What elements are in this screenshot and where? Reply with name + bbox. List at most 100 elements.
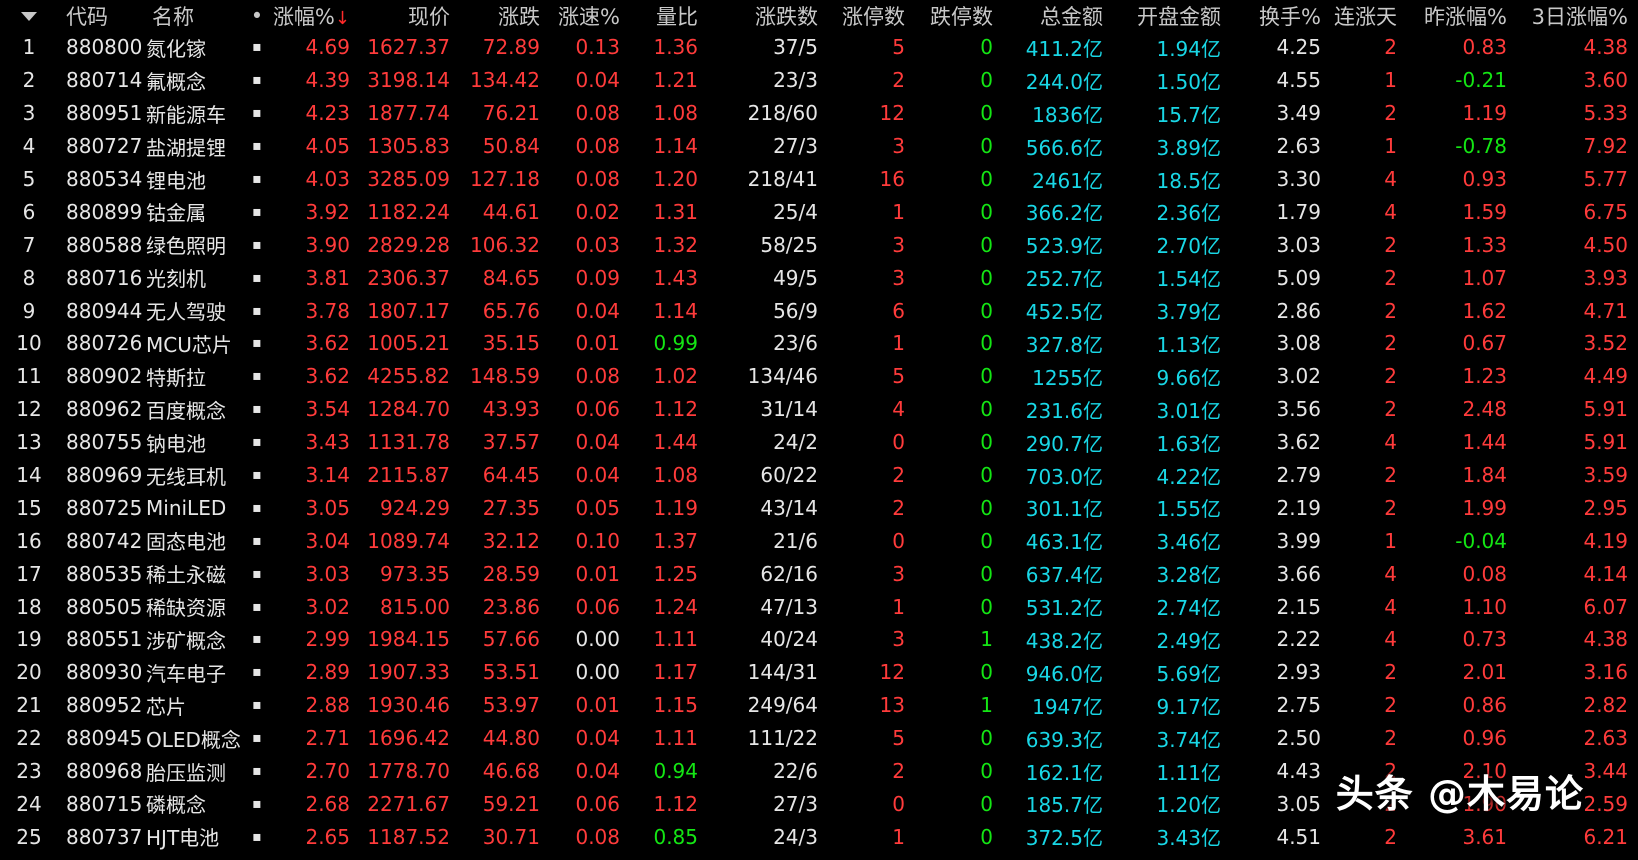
speed-cell: 0.02 xyxy=(575,199,620,224)
open-amount-cell: 3.46亿 xyxy=(1156,530,1221,555)
table-row[interactable]: 22 880945 OLED概念 ▪ 2.71 1696.42 44.80 0.04 1.11 1… xyxy=(0,722,1638,755)
column-header-code[interactable]: 代码 xyxy=(58,0,144,31)
total-amount-cell: 301.1亿 xyxy=(1025,497,1103,522)
table-row[interactable]: 19 880551 涉矿概念 ▪ 2.99 1984.15 57.66 0.00 1.11 40/… xyxy=(0,623,1638,656)
total-amount-cell: 566.6亿 xyxy=(1025,135,1103,160)
three-day-pct-cell: 2.95 xyxy=(1583,495,1628,520)
volume-ratio-cell: 1.17 xyxy=(653,660,698,685)
column-header-limit-up[interactable]: 涨停数 xyxy=(828,0,915,31)
column-header-volume-ratio[interactable]: 量比 xyxy=(630,0,708,31)
column-header-price[interactable]: 现价 xyxy=(360,0,460,31)
row-marker-cell: ▪ xyxy=(252,401,262,418)
open-amount-cell: 3.43亿 xyxy=(1156,826,1221,851)
change-cell: 72.89 xyxy=(482,35,540,60)
yesterday-pct-cell: 0.86 xyxy=(1462,693,1507,718)
change-cell: 84.65 xyxy=(482,265,540,290)
column-header-3day-pct[interactable]: 3日涨幅% xyxy=(1517,0,1638,31)
yesterday-pct-cell: 1.99 xyxy=(1462,495,1507,520)
table-row[interactable]: 6 880899 钴金属 ▪ 3.92 1182.24 44.61 0.02 1.31 25/4 1… xyxy=(0,195,1638,228)
row-index-cell: 13 xyxy=(16,430,42,455)
column-header-pct[interactable]: 涨幅%↓ xyxy=(270,0,360,31)
three-day-pct-cell: 7.92 xyxy=(1583,134,1628,159)
speed-cell: 0.09 xyxy=(575,265,620,290)
collapse-icon[interactable] xyxy=(21,12,37,21)
yesterday-pct-cell: 1.84 xyxy=(1462,463,1507,488)
sector-name-cell: 新能源车 xyxy=(146,102,226,127)
row-marker-cell: ▪ xyxy=(252,368,262,385)
open-amount-cell: 1.20亿 xyxy=(1156,793,1221,818)
speed-cell: 0.00 xyxy=(575,627,620,652)
column-header-yesterday-pct[interactable]: 昨涨幅% xyxy=(1407,0,1517,31)
table-row[interactable]: 3 880951 新能源车 ▪ 4.23 1877.74 76.21 0.08 1.08 218/… xyxy=(0,97,1638,130)
column-header-total-amount[interactable]: 总金额 xyxy=(1003,0,1113,31)
table-row[interactable]: 1 880800 氮化镓 ▪ 4.69 1627.37 72.89 0.13 1.36 37/5 5… xyxy=(0,31,1638,64)
column-header-turnover[interactable]: 换手% xyxy=(1231,0,1331,31)
limit-down-count-cell: 0 xyxy=(980,824,993,849)
table-row[interactable]: 21 880952 芯片 ▪ 2.88 1930.46 53.97 0.01 1.15 249/6… xyxy=(0,689,1638,722)
sector-name-cell: 无人驾驶 xyxy=(146,300,226,325)
three-day-pct-cell: 5.77 xyxy=(1583,167,1628,191)
column-header-mark[interactable]: • xyxy=(244,0,270,31)
table-row[interactable]: 18 880505 稀缺资源 ▪ 3.02 815.00 23.86 0.06 1.24 47/1… xyxy=(0,590,1638,623)
row-marker-cell: ▪ xyxy=(252,763,262,780)
row-marker-cell: ▪ xyxy=(252,72,262,89)
table-row[interactable]: 8 880716 光刻机 ▪ 3.81 2306.37 84.65 0.09 1.43 49/5 3… xyxy=(0,261,1638,294)
table-row[interactable]: 7 880588 绿色照明 ▪ 3.90 2829.28 106.32 0.03 1.32 58/… xyxy=(0,228,1638,261)
table-row[interactable]: 4 880727 盐湖提锂 ▪ 4.05 1305.83 50.84 0.08 1.14 27/3… xyxy=(0,130,1638,163)
table-row[interactable]: 15 880725 MiniLED ▪ 3.05 924.29 27.35 0.05 1.19 4… xyxy=(0,491,1638,524)
table-row[interactable]: 13 880755 钠电池 ▪ 3.43 1131.78 37.57 0.04 1.44 24/2… xyxy=(0,426,1638,459)
table-row[interactable]: 9 880944 无人驾驶 ▪ 3.78 1807.17 65.76 0.04 1.14 56/9… xyxy=(0,294,1638,327)
open-amount-cell: 1.13亿 xyxy=(1156,332,1221,357)
table-row[interactable]: 17 880535 稀土永磁 ▪ 3.03 973.35 28.59 0.01 1.25 62/1… xyxy=(0,557,1638,590)
pct-change-cell: 2.89 xyxy=(305,660,350,685)
yesterday-pct-cell: 3.61 xyxy=(1462,824,1507,849)
pct-change-cell: 2.68 xyxy=(305,791,350,816)
open-amount-cell: 2.36亿 xyxy=(1156,201,1221,226)
column-header-consecutive-days[interactable]: 连涨天 xyxy=(1331,0,1407,31)
limit-down-count-cell: 0 xyxy=(980,660,993,685)
limit-up-count-cell: 3 xyxy=(892,627,905,652)
consecutive-days-cell: 2 xyxy=(1384,265,1397,290)
column-header-updown-count[interactable]: 涨跌数 xyxy=(708,0,828,31)
consecutive-days-cell: 4 xyxy=(1384,430,1397,455)
limit-down-count-cell: 0 xyxy=(980,528,993,553)
total-amount-cell: 252.7亿 xyxy=(1025,267,1103,292)
table-row[interactable]: 20 880930 汽车电子 ▪ 2.89 1907.33 53.51 0.00 1.17 144… xyxy=(0,656,1638,689)
three-day-pct-cell: 6.21 xyxy=(1583,824,1628,849)
speed-cell: 0.08 xyxy=(575,134,620,159)
table-row[interactable]: 12 880962 百度概念 ▪ 3.54 1284.70 43.93 0.06 1.12 31/… xyxy=(0,393,1638,426)
table-row[interactable]: 10 880726 MCU芯片 ▪ 3.62 1005.21 35.15 0.01 0.99 23… xyxy=(0,327,1638,360)
column-header-limit-down[interactable]: 跌停数 xyxy=(915,0,1003,31)
yesterday-pct-cell: -0.04 xyxy=(1455,528,1507,553)
limit-up-count-cell: 1 xyxy=(892,824,905,849)
collapse-column-header[interactable] xyxy=(0,0,58,31)
pct-change-cell: 3.02 xyxy=(305,594,350,619)
column-header-speed[interactable]: 涨速% xyxy=(550,0,630,31)
row-marker-cell: ▪ xyxy=(252,828,262,845)
table-row[interactable]: 14 880969 无线耳机 ▪ 3.14 2115.87 64.45 0.04 1.08 60/… xyxy=(0,459,1638,492)
consecutive-days-cell: 4 xyxy=(1384,167,1397,191)
column-header-open-amount[interactable]: 开盘金额 xyxy=(1113,0,1231,31)
yesterday-pct-cell: 1.59 xyxy=(1462,199,1507,224)
consecutive-days-cell: 2 xyxy=(1384,35,1397,60)
row-index-cell: 14 xyxy=(16,463,42,488)
consecutive-days-cell: 1 xyxy=(1384,68,1397,93)
column-header-change[interactable]: 涨跌 xyxy=(460,0,550,31)
change-cell: 32.12 xyxy=(482,528,540,553)
volume-ratio-cell: 1.31 xyxy=(653,199,698,224)
table-row[interactable]: 5 880534 锂电池 ▪ 4.03 3285.09 127.18 0.08 1.20 218/… xyxy=(0,163,1638,196)
change-cell: 28.59 xyxy=(482,561,540,586)
table-row[interactable]: 11 880902 特斯拉 ▪ 3.62 4255.82 148.59 0.08 1.02 134… xyxy=(0,360,1638,393)
limit-up-count-cell: 6 xyxy=(892,298,905,323)
yesterday-pct-cell: 1.07 xyxy=(1462,265,1507,290)
pct-change-cell: 4.69 xyxy=(305,35,350,60)
volume-ratio-cell: 1.20 xyxy=(653,167,698,191)
row-index-cell: 17 xyxy=(16,561,42,586)
table-row[interactable]: 25 880737 HJT电池 ▪ 2.65 1187.52 30.71 0.08 0.85 24… xyxy=(0,820,1638,853)
speed-cell: 0.10 xyxy=(575,528,620,553)
three-day-pct-cell: 2.63 xyxy=(1583,726,1628,751)
column-header-name[interactable]: 名称 xyxy=(144,0,244,31)
sector-code-cell: 880944 xyxy=(66,298,143,323)
table-row[interactable]: 2 880714 氟概念 ▪ 4.39 3198.14 134.42 0.04 1.21 23/3… xyxy=(0,64,1638,97)
table-row[interactable]: 16 880742 固态电池 ▪ 3.04 1089.74 32.12 0.10 1.37 21/… xyxy=(0,524,1638,557)
